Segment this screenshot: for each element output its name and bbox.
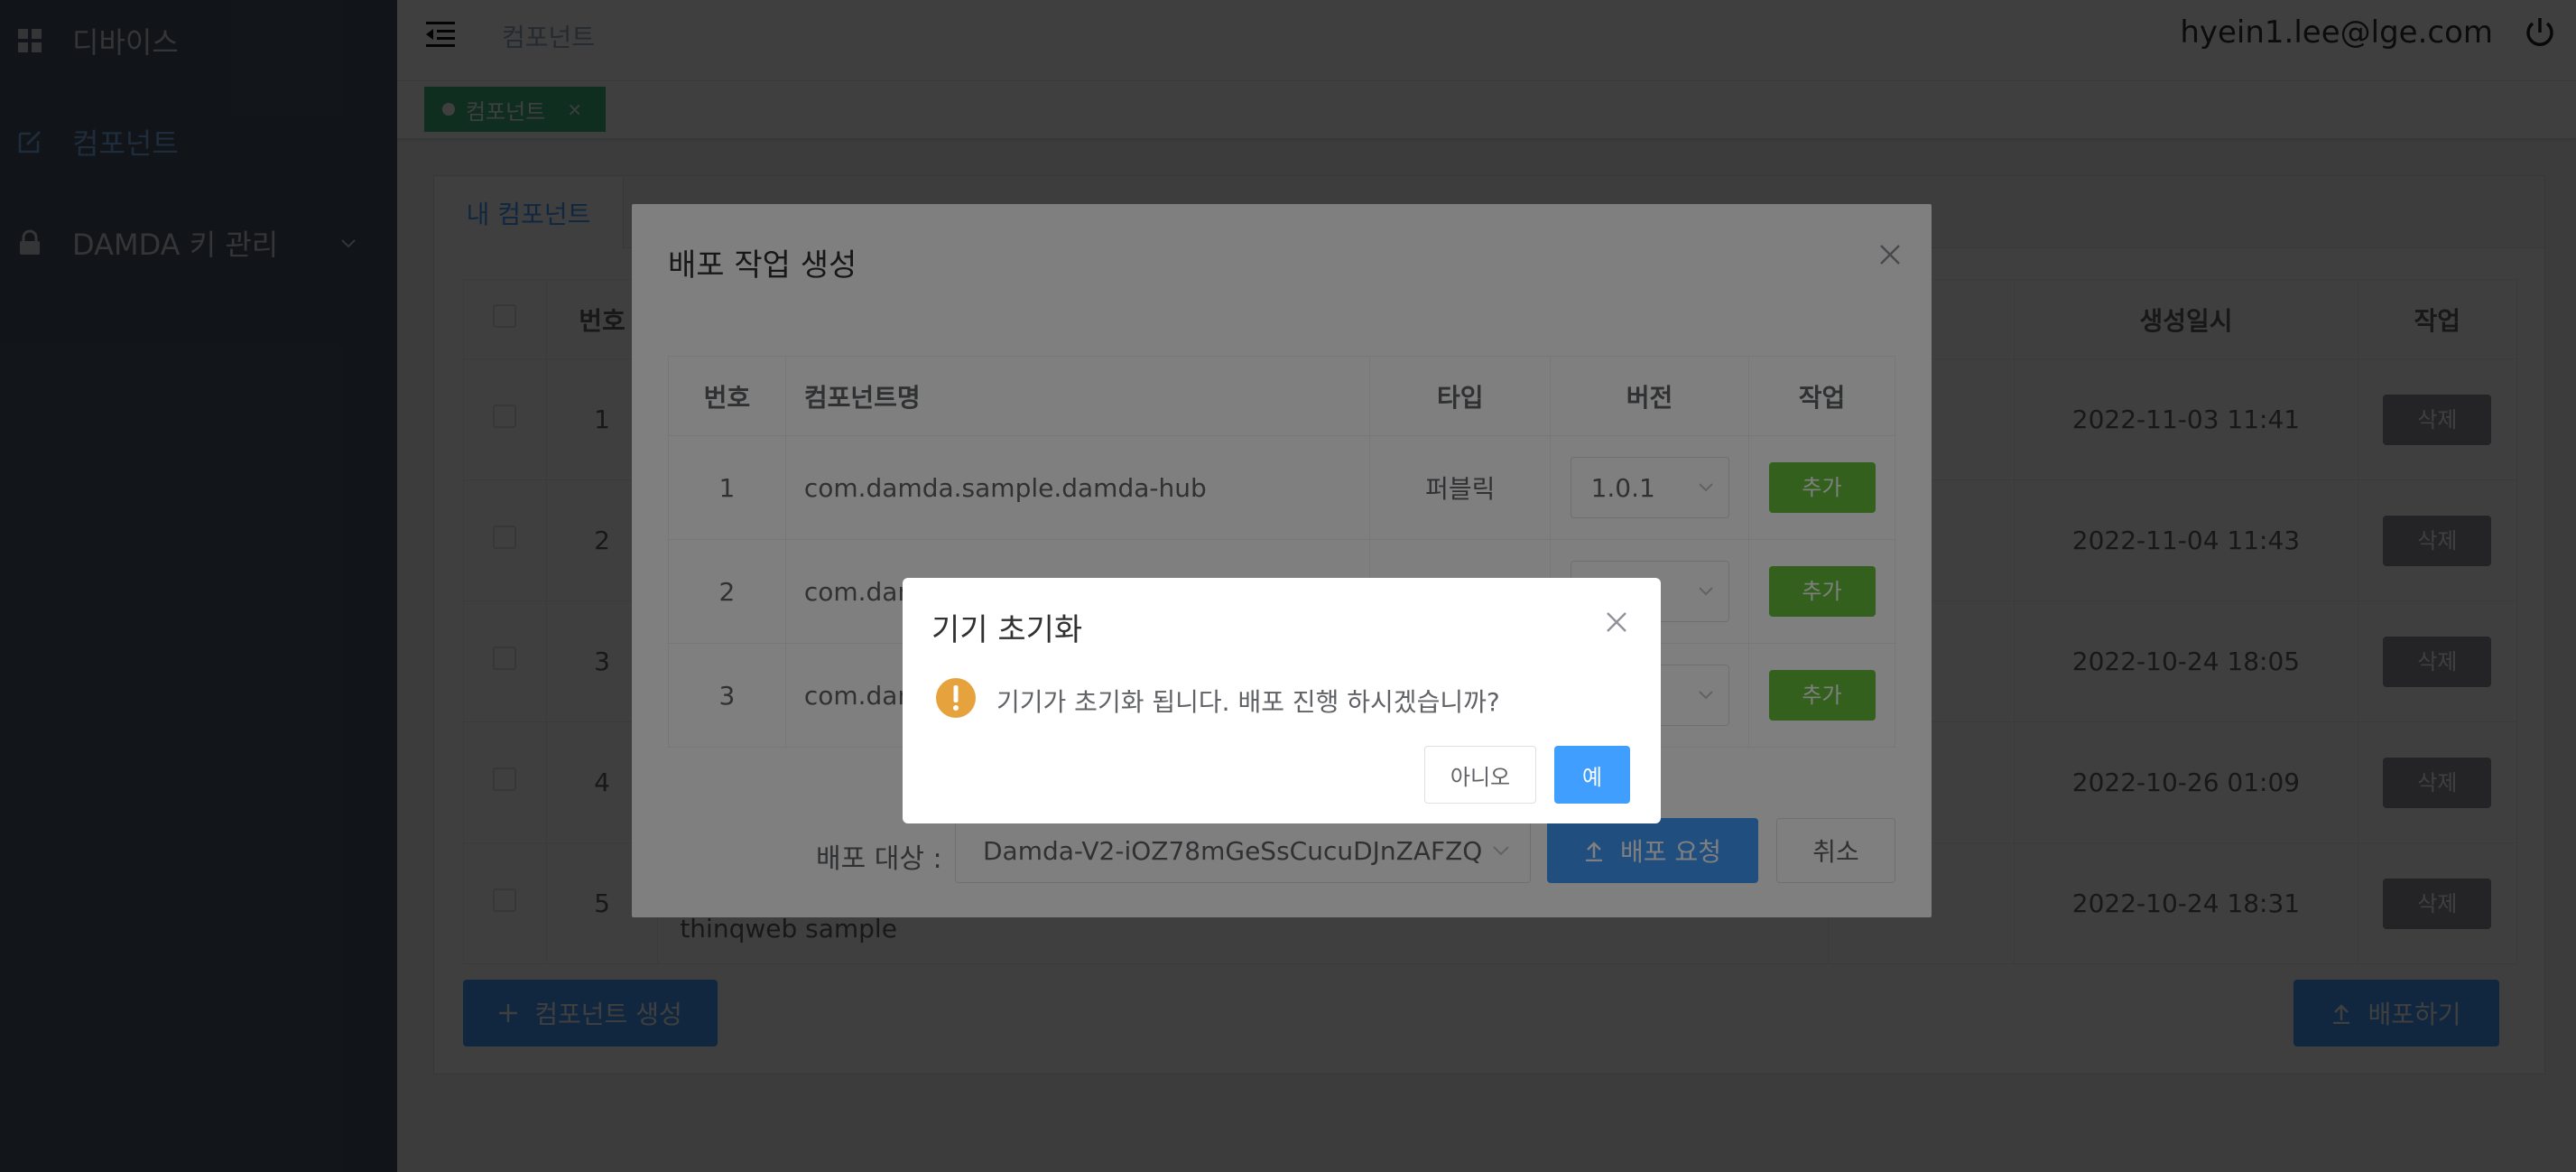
close-icon[interactable]: [1605, 610, 1628, 634]
warning-icon: [936, 678, 976, 718]
confirm-dialog-title: 기기 초기화: [931, 612, 1083, 648]
yes-button[interactable]: 예: [1554, 746, 1630, 804]
no-button[interactable]: 아니오: [1424, 746, 1536, 804]
confirm-message: 기기가 초기화 됩니다. 배포 진행 하시겠습니까?: [996, 687, 1500, 717]
confirm-dialog: 기기 초기화 기기가 초기화 됩니다. 배포 진행 하시겠습니까? 아니오 예: [903, 578, 1661, 823]
